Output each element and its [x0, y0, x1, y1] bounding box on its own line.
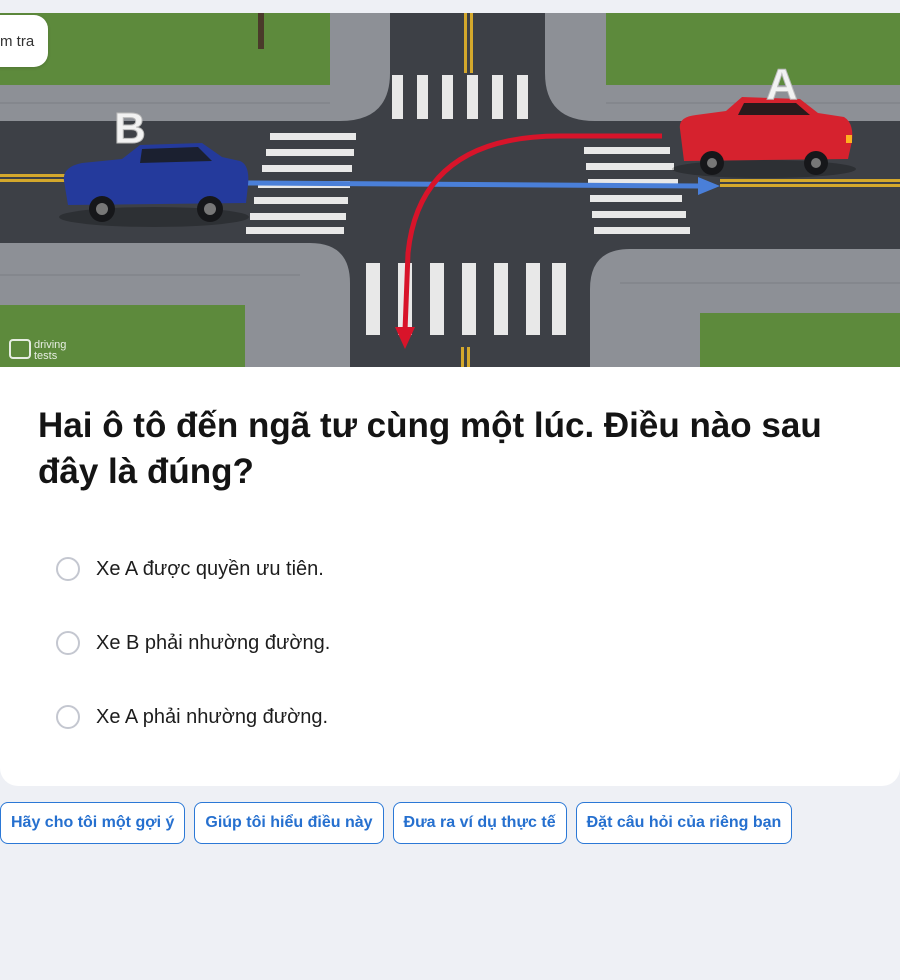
radio-button[interactable] — [56, 557, 80, 581]
answer-option-1[interactable]: Xe A được quyền ưu tiên. — [56, 553, 330, 585]
real-example-button[interactable]: Đưa ra ví dụ thực tế — [392, 802, 567, 844]
grass-top-left — [0, 13, 330, 85]
grass-bottom-right — [700, 313, 900, 367]
ask-own-question-button[interactable]: Đặt câu hỏi của riêng bạn — [575, 802, 793, 844]
car-a-label: A — [766, 60, 798, 109]
intersection-illustration: B A driving tests — [0, 13, 900, 367]
question-card: B A driving tests m tra Hai ô tô đến ngã… — [0, 13, 900, 786]
question-text: Hai ô tô đến ngã tư cùng một lúc. Điều n… — [38, 406, 822, 491]
radio-button[interactable] — [56, 631, 80, 655]
section-tag-label: m tra — [0, 32, 35, 50]
hint-button[interactable]: Hãy cho tôi một gợi ý — [0, 802, 186, 844]
answer-option-2[interactable]: Xe B phải nhường đường. — [56, 627, 330, 659]
car-b-label: B — [114, 104, 146, 153]
explain-button[interactable]: Giúp tôi hiểu điều này — [194, 802, 384, 844]
answer-option-label: Xe A được quyền ưu tiên. — [96, 557, 324, 580]
watermark-line2: tests — [34, 350, 58, 362]
grass-top-right — [606, 13, 900, 85]
ai-help-chips: Hãy cho tôi một gợi ý Giúp tôi hiểu điều… — [0, 802, 793, 844]
answer-option-label: Xe B phải nhường đường. — [96, 631, 331, 654]
answer-options: Xe A được quyền ưu tiên. Xe B phải nhườn… — [56, 553, 330, 775]
radio-button[interactable] — [56, 705, 80, 729]
section-tag: m tra — [0, 15, 49, 67]
answer-option-3[interactable]: Xe A phải nhường đường. — [56, 701, 330, 733]
answer-option-label: Xe A phải nhường đường. — [96, 705, 329, 728]
